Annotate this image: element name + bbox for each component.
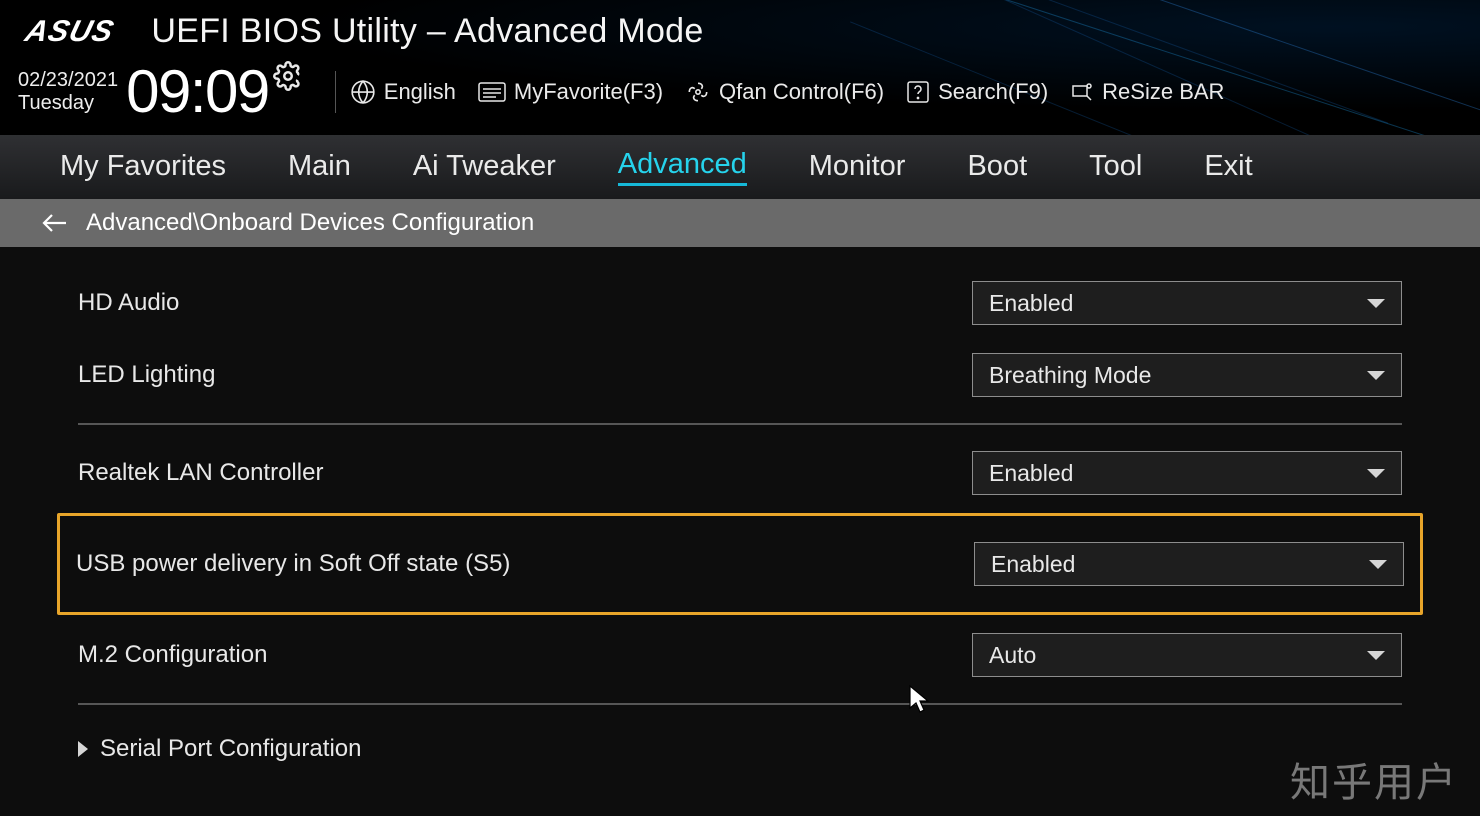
sub-item-label: Serial Port Configuration	[100, 735, 361, 763]
header: ASUS UEFI BIOS Utility – Advanced Mode 0…	[0, 0, 1480, 135]
setting-label: Realtek LAN Controller	[78, 459, 972, 487]
tab-ai-tweaker[interactable]: Ai Tweaker	[413, 150, 556, 185]
setting-row-highlighted[interactable]: USB power delivery in Soft Off state (S5…	[57, 513, 1423, 615]
dropdown-value: Enabled	[989, 460, 1073, 487]
date-day: 02/23/2021 Tuesday	[18, 69, 118, 115]
dropdown-value: Enabled	[991, 551, 1075, 578]
tab-boot[interactable]: Boot	[967, 150, 1027, 185]
chevron-right-icon	[78, 741, 88, 757]
breadcrumb-text: Advanced\Onboard Devices Configuration	[86, 209, 534, 237]
tab-tool[interactable]: Tool	[1089, 150, 1142, 185]
myfavorite-label: MyFavorite(F3)	[514, 79, 663, 105]
dropdown[interactable]: Enabled	[972, 451, 1402, 495]
setting-row[interactable]: HD Audio Enabled	[60, 267, 1420, 339]
tab-main[interactable]: Main	[288, 150, 351, 185]
setting-label: HD Audio	[78, 289, 972, 317]
gear-icon[interactable]	[273, 61, 303, 96]
globe-icon	[350, 79, 376, 105]
dropdown[interactable]: Enabled	[972, 281, 1402, 325]
tab-my-favorites[interactable]: My Favorites	[60, 150, 226, 185]
divider	[78, 703, 1402, 705]
setting-label: USB power delivery in Soft Off state (S5…	[76, 550, 974, 578]
caret-down-icon	[1367, 651, 1385, 660]
setting-row[interactable]: Realtek LAN Controller Enabled	[60, 437, 1420, 509]
brand-logo: ASUS	[21, 15, 117, 49]
date-text: 02/23/2021	[18, 69, 118, 92]
search-label: Search(F9)	[938, 79, 1048, 105]
caret-down-icon	[1367, 469, 1385, 478]
qfan-button[interactable]: Qfan Control(F6)	[685, 79, 884, 105]
day-text: Tuesday	[18, 92, 118, 115]
page-title: UEFI BIOS Utility – Advanced Mode	[151, 12, 703, 51]
tab-bar: My Favorites Main Ai Tweaker Advanced Monito…	[0, 135, 1480, 199]
tab-monitor[interactable]: Monitor	[809, 150, 906, 185]
qfan-label: Qfan Control(F6)	[719, 79, 884, 105]
caret-down-icon	[1367, 371, 1385, 380]
language-label: English	[384, 79, 456, 105]
caret-down-icon	[1369, 560, 1387, 569]
setting-label: LED Lighting	[78, 361, 972, 389]
search-button[interactable]: Search(F9)	[906, 79, 1048, 105]
resize-bar-button[interactable]: ReSize BAR	[1070, 79, 1224, 105]
tab-exit[interactable]: Exit	[1204, 150, 1252, 185]
serial-port-config-item[interactable]: Serial Port Configuration	[60, 717, 1420, 763]
clock-time: 09:09	[126, 57, 269, 126]
dropdown[interactable]: Auto	[972, 633, 1402, 677]
resize-bar-label: ReSize BAR	[1102, 79, 1224, 105]
list-icon	[478, 80, 506, 104]
settings-content: HD Audio Enabled LED Lighting Breathing Mod…	[0, 247, 1480, 763]
back-arrow-icon[interactable]	[42, 213, 68, 233]
cursor-icon	[908, 684, 932, 721]
dropdown-usb-power[interactable]: Enabled	[974, 542, 1404, 586]
setting-label: M.2 Configuration	[78, 641, 972, 669]
question-icon	[906, 80, 930, 104]
watermark: 知乎用户	[1290, 750, 1458, 808]
language-button[interactable]: English	[350, 79, 456, 105]
setting-row[interactable]: LED Lighting Breathing Mode	[60, 339, 1420, 411]
myfavorite-button[interactable]: MyFavorite(F3)	[478, 79, 663, 105]
setting-row[interactable]: M.2 Configuration Auto	[60, 619, 1420, 691]
dropdown-value: Enabled	[989, 290, 1073, 317]
resize-icon	[1070, 80, 1094, 104]
dropdown-value: Auto	[989, 642, 1036, 669]
fan-icon	[685, 79, 711, 105]
divider	[78, 423, 1402, 425]
dropdown[interactable]: Breathing Mode	[972, 353, 1402, 397]
breadcrumb[interactable]: Advanced\Onboard Devices Configuration	[0, 199, 1480, 247]
caret-down-icon	[1367, 299, 1385, 308]
tab-advanced[interactable]: Advanced	[618, 148, 747, 186]
dropdown-value: Breathing Mode	[989, 362, 1151, 389]
